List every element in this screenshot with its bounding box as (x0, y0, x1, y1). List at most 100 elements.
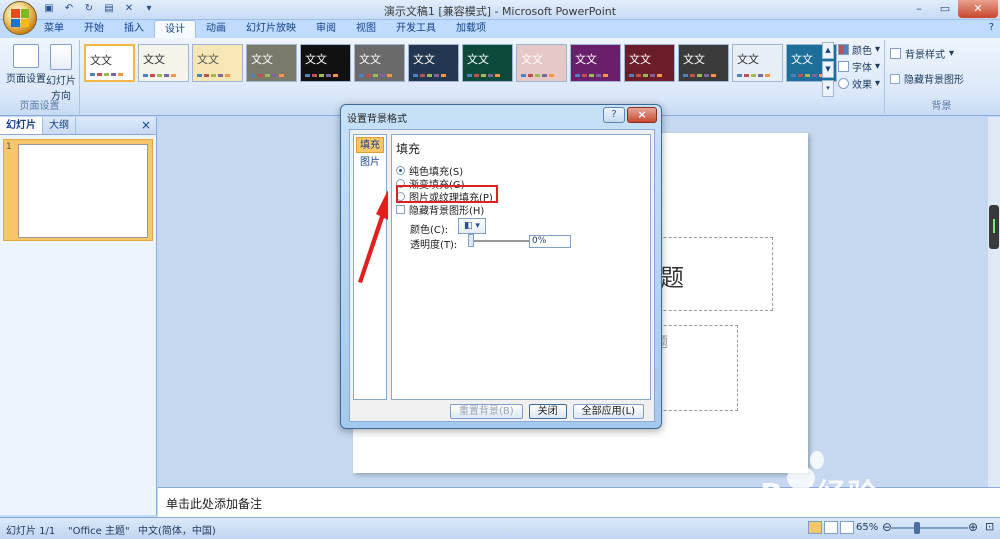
color-label: 颜色(C): (410, 225, 449, 236)
transparency-slider-thumb[interactable] (468, 234, 474, 247)
hide-background-graphics-checkbox[interactable]: 隐藏背景图形 (890, 71, 964, 86)
annotation-highlight-box (396, 185, 498, 203)
nav-item-fill[interactable]: 填充 (356, 137, 384, 153)
dialog-body: 填充 图片 填充 纯色填充(S) 渐变填充(G) 图片或纹理填充(P) 隐藏背景… (349, 129, 655, 422)
orientation-icon (50, 44, 72, 70)
watermark-url: jingyan.baidu.com (805, 505, 907, 518)
theme-thumbnail[interactable]: 文文 (732, 44, 783, 82)
office-logo-icon (11, 9, 29, 27)
theme-thumbnail[interactable]: 文文 (516, 44, 567, 82)
scrollbar-thumb[interactable] (989, 205, 999, 249)
page-setup-group: 页面设置 幻灯片 方向 页面设置 (0, 40, 80, 114)
color-picker-button[interactable]: ◧ ▾ (458, 218, 486, 234)
theme-thumbnail[interactable]: 文文 (678, 44, 729, 82)
gallery-down-icon[interactable]: ▼ (822, 61, 834, 78)
slide-thumbnail-item[interactable]: 1 (3, 139, 153, 241)
theme-sample-text: 文文 (305, 53, 327, 66)
theme-color-bars (521, 74, 554, 77)
theme-sample-text: 文文 (683, 53, 705, 66)
theme-thumbnail[interactable]: 文文 (624, 44, 675, 82)
nav-item-picture[interactable]: 图片 (356, 155, 384, 171)
reset-background-button[interactable]: 重置背景(B) (450, 404, 523, 419)
theme-sample-text: 文文 (467, 53, 489, 66)
background-group-label: 背景 (931, 101, 952, 112)
tab-slides[interactable]: 幻灯片 (0, 117, 43, 134)
close-button[interactable]: 关闭 (528, 404, 567, 419)
theme-sample-text: 文文 (575, 53, 597, 66)
office-button[interactable] (3, 1, 37, 35)
tab-animation[interactable]: 动画 (196, 20, 236, 38)
tab-design[interactable]: 设计 (154, 20, 196, 38)
background-options: 背景样式 ▾ 隐藏背景图形 (890, 46, 964, 86)
theme-thumbnail[interactable]: 文文 (246, 44, 297, 82)
tab-insert[interactable]: 插入 (114, 20, 154, 38)
section-title: 填充 (396, 142, 421, 156)
minimize-button[interactable]: – (906, 0, 932, 18)
theme-thumbnail[interactable]: 文文 (300, 44, 351, 82)
transparency-label: 透明度(T): (410, 240, 458, 251)
background-styles-icon (890, 48, 901, 59)
apply-to-all-button[interactable]: 全部应用(L) (572, 404, 645, 419)
theme-gallery-scroll: ▲ ▼ ▾ (822, 42, 834, 98)
slideshow-view-button[interactable] (840, 521, 854, 534)
status-bar: 幻灯片 1/1 "Office 主题" 中文(简体，中国) 65% ⊖ ⊕ ⊡ (0, 517, 1000, 539)
tab-slideshow[interactable]: 幻灯片放映 (236, 20, 306, 38)
tab-developer[interactable]: 开发工具 (386, 20, 446, 38)
gallery-up-icon[interactable]: ▲ (822, 42, 834, 59)
slides-panel-tabs: 幻灯片 大纲 × (0, 117, 156, 135)
tab-menu[interactable]: 菜单 (34, 20, 74, 38)
effects-button[interactable]: 效果 ▾ (838, 76, 880, 91)
dialog-close-icon[interactable]: × (627, 107, 657, 123)
zoom-level[interactable]: 65% (856, 522, 878, 533)
checkbox-icon (396, 205, 405, 214)
slide-number: 1 (6, 142, 12, 152)
theme-sample-text: 文文 (737, 53, 759, 66)
theme-thumbnail[interactable]: 文文 (570, 44, 621, 82)
theme-thumbnail[interactable]: 文文 (138, 44, 189, 82)
background-styles-button[interactable]: 背景样式 ▾ (890, 46, 964, 61)
tab-view[interactable]: 视图 (346, 20, 386, 38)
tab-outline[interactable]: 大纲 (43, 117, 76, 134)
colors-button[interactable]: 颜色 ▾ (838, 42, 880, 57)
fit-window-icon[interactable]: ⊡ (985, 520, 994, 533)
maximize-button[interactable]: ▭ (932, 0, 958, 18)
title-bar: ▣ ↶ ↻ ▤ ✕ ▾ 演示文稿1 [兼容模式] - Microsoft Pow… (0, 0, 1000, 20)
language-status: 中文(简体，中国) (138, 526, 216, 537)
slides-panel: 幻灯片 大纲 × 1 (0, 117, 157, 515)
theme-color-bars (683, 74, 716, 77)
ribbon-tabs: 菜单 开始 插入 设计 动画 幻灯片放映 审阅 视图 开发工具 加载项 (34, 20, 496, 38)
page-setup-button[interactable]: 页面设置 (6, 44, 46, 85)
fill-settings-panel: 填充 纯色填充(S) 渐变填充(G) 图片或纹理填充(P) 隐藏背景图形(H) … (391, 134, 651, 400)
theme-thumbnail[interactable]: 文文 (84, 44, 135, 82)
gallery-more-icon[interactable]: ▾ (822, 80, 834, 97)
theme-sample-text: 文文 (359, 53, 381, 66)
vertical-scrollbar[interactable] (988, 117, 1000, 487)
theme-color-bars (575, 74, 608, 77)
help-icon[interactable]: ? (989, 22, 994, 33)
theme-thumbnail[interactable]: 文文 (408, 44, 459, 82)
hide-graphics-checkbox[interactable]: 隐藏背景图形(H) (396, 202, 484, 217)
window-controls: – ▭ ✕ (906, 0, 998, 18)
window-close-button[interactable]: ✕ (958, 0, 998, 18)
sorter-view-button[interactable] (824, 521, 838, 534)
slide-orientation-button[interactable]: 幻灯片 方向 (46, 44, 76, 102)
theme-sample-text: 文文 (90, 54, 112, 67)
theme-thumbnail[interactable]: 文文 (354, 44, 405, 82)
normal-view-button[interactable] (808, 521, 822, 534)
theme-options: 颜色 ▾ 字体 ▾ 效果 ▾ (838, 42, 880, 91)
theme-thumbnail[interactable]: 文文 (192, 44, 243, 82)
transparency-slider[interactable] (470, 240, 530, 242)
zoom-slider-thumb[interactable] (914, 522, 920, 534)
dialog-help-button[interactable]: ? (603, 107, 625, 123)
page-setup-group-label: 页面设置 (19, 101, 60, 112)
zoom-slider[interactable] (890, 527, 968, 529)
tab-home[interactable]: 开始 (74, 20, 114, 38)
fonts-button[interactable]: 字体 ▾ (838, 59, 880, 74)
close-icon[interactable]: × (141, 118, 151, 132)
zoom-in-icon[interactable]: ⊕ (968, 520, 978, 534)
tab-addins[interactable]: 加载项 (446, 20, 496, 38)
tab-review[interactable]: 审阅 (306, 20, 346, 38)
transparency-input[interactable]: 0% (529, 235, 571, 248)
theme-thumbnail[interactable]: 文文 (462, 44, 513, 82)
radio-icon (396, 166, 405, 175)
